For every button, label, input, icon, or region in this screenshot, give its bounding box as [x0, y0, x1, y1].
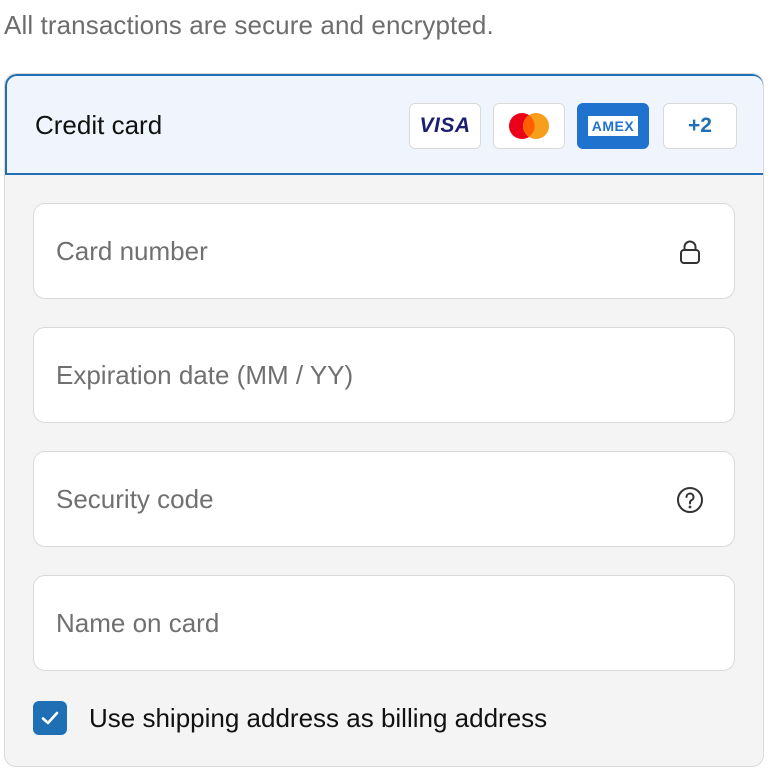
visa-badge: VISA	[409, 103, 481, 149]
mastercard-icon	[509, 113, 549, 139]
mastercard-badge	[493, 103, 565, 149]
billing-label: Use shipping address as billing address	[89, 702, 548, 733]
credit-card-option[interactable]: Credit card VISA AMEX +2	[5, 74, 763, 175]
checkmark-icon	[41, 711, 59, 725]
name-on-card-field	[33, 575, 735, 671]
billing-checkbox[interactable]	[33, 701, 67, 735]
security-code-field	[33, 451, 735, 547]
help-circle-icon[interactable]	[676, 486, 704, 514]
amex-logo: AMEX	[587, 116, 639, 136]
more-cards-badge: +2	[663, 103, 737, 149]
secure-notice: All transactions are secure and encrypte…	[4, 10, 494, 40]
payment-panel: Credit card VISA AMEX +2 Card number Exp…	[4, 73, 764, 767]
expiration-date-field	[33, 327, 735, 423]
billing-address-option[interactable]: Use shipping address as billing address	[33, 700, 547, 736]
payment-method-label: Credit card	[35, 110, 163, 140]
amex-badge: AMEX	[577, 103, 649, 149]
expiration-date-input[interactable]	[34, 328, 734, 422]
lock-icon	[680, 240, 700, 264]
card-number-field	[33, 203, 735, 299]
more-cards-count: +2	[688, 114, 712, 137]
name-on-card-input[interactable]	[34, 576, 734, 670]
security-code-input[interactable]	[34, 452, 734, 546]
visa-logo: VISA	[419, 114, 471, 137]
card-number-input[interactable]	[34, 204, 734, 298]
